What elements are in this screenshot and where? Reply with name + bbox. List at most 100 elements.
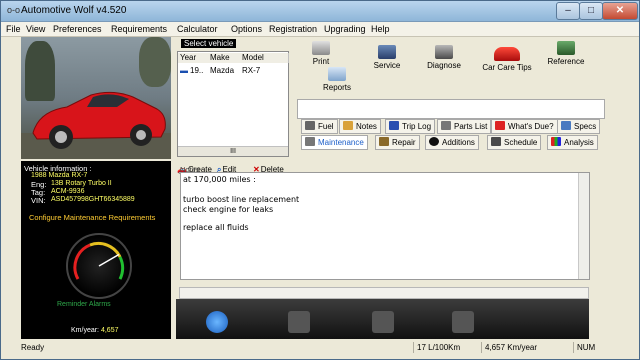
column-year[interactable]: Year <box>178 53 209 63</box>
reference-person-icon <box>557 41 575 55</box>
question-mark-icon <box>495 121 505 130</box>
configure-maintenance-link[interactable]: Configure Maintenance Requirements <box>29 213 155 222</box>
wrench-icon <box>441 121 451 130</box>
service-button[interactable]: Service <box>367 45 407 70</box>
vehicle-info-panel: Vehicle information : 1988 Mazda RX-7 En… <box>21 161 171 339</box>
tab-fuel[interactable]: Fuel <box>301 119 338 134</box>
tab-schedule[interactable]: Schedule <box>487 135 542 150</box>
tab-notes[interactable]: Notes <box>339 119 381 134</box>
main-toolbar: Print Reports Service Diagnose Car Care … <box>293 37 607 95</box>
gauge-needle <box>98 253 120 267</box>
menu-bar: File View Preferences Requirements Calcu… <box>1 22 639 37</box>
tab-analysis[interactable]: Analysis <box>547 135 598 150</box>
window-title: Automotive Wolf v4.520 <box>21 5 127 16</box>
notepad-icon[interactable] <box>372 311 394 333</box>
menu-help[interactable]: Help <box>371 24 390 34</box>
km-per-year: Km/year: 4,657 <box>71 327 119 334</box>
tab-trip-log[interactable]: Trip Log <box>385 119 436 134</box>
service-label: Service <box>373 61 401 70</box>
status-ready: Ready <box>21 343 45 352</box>
repair-tools-icon <box>379 137 389 146</box>
status-km-year: 4,657 Km/year <box>481 342 537 353</box>
tab-specs-label: Specs <box>574 122 597 131</box>
dashboard-panel <box>176 299 589 339</box>
pencil-icon <box>343 121 353 130</box>
vehicle-photo <box>21 37 171 159</box>
tab-notes-label: Notes <box>356 122 377 131</box>
fuel-pump-icon <box>305 121 315 130</box>
reminder-alarms-title: Reminder Alarms <box>57 301 111 308</box>
gauge-arc <box>73 241 125 280</box>
menu-calculator[interactable]: Calculator <box>177 24 218 34</box>
analysis-chart-icon <box>551 137 561 146</box>
car-care-tips-label: Car Care Tips <box>482 63 532 72</box>
notes-entry-field[interactable] <box>179 287 589 299</box>
minimize-button[interactable]: – <box>556 2 580 20</box>
tab-additions[interactable]: Additions <box>425 135 479 150</box>
notes-textarea[interactable]: at 170,000 miles : turbo boost line repl… <box>180 172 590 280</box>
title-bar[interactable]: o-o Automotive Wolf v4.520 – □ ✕ <box>1 1 639 22</box>
tab-whats-due[interactable]: What's Due? <box>491 119 558 134</box>
vehicle-table[interactable]: Year Make Model ▬ 19.. Mazda RX-7 III <box>177 51 289 157</box>
notes-line: at 170,000 miles : <box>183 175 256 184</box>
trip-log-icon <box>389 121 399 130</box>
vin-label: VIN: <box>31 196 46 205</box>
km-label: Km/year: <box>71 327 100 334</box>
notes-line: check engine for leaks <box>183 205 274 214</box>
tab-maintenance[interactable]: Maintenance <box>301 135 368 150</box>
tab-trip-log-label: Trip Log <box>402 122 432 131</box>
printer-icon <box>312 41 330 55</box>
additions-icon <box>429 137 439 146</box>
car-icon: ▬ <box>180 66 188 75</box>
menu-upgrading[interactable]: Upgrading <box>324 24 366 34</box>
car-photo-background <box>21 37 171 159</box>
print-button[interactable]: Print <box>301 41 341 66</box>
reports-label: Reports <box>322 83 351 92</box>
notes-line: turbo boost line replacement <box>183 195 300 204</box>
tab-specs[interactable]: Specs <box>557 119 601 134</box>
status-consumption: 17 L/100Km <box>413 342 460 353</box>
column-make[interactable]: Make <box>208 53 241 63</box>
tag-value: ACM-9936 <box>51 188 85 195</box>
horizontal-scrollbar[interactable]: III <box>178 146 288 156</box>
mechanic-icon <box>378 45 396 59</box>
records-icon[interactable] <box>452 311 474 333</box>
tool-icon[interactable] <box>288 311 310 333</box>
print-label: Print <box>312 57 330 66</box>
diagnose-car-icon <box>435 45 453 59</box>
menu-registration[interactable]: Registration <box>269 24 317 34</box>
help-icon[interactable] <box>206 311 228 333</box>
red-car-icon <box>494 47 520 61</box>
notes-scrollbar[interactable] <box>578 173 589 279</box>
reference-button[interactable]: Reference <box>543 41 589 66</box>
menu-requirements[interactable]: Requirements <box>111 24 167 34</box>
tab-whats-due-label: What's Due? <box>508 122 554 131</box>
menu-preferences[interactable]: Preferences <box>53 24 102 34</box>
app-icon: o-o <box>7 5 21 15</box>
tab-fuel-label: Fuel <box>318 122 334 131</box>
car-care-tips-button[interactable]: Car Care Tips <box>479 47 535 72</box>
close-button[interactable]: ✕ <box>602 2 638 20</box>
menu-options[interactable]: Options <box>231 24 262 34</box>
tab-strip-field <box>297 99 605 119</box>
app-window: o-o Automotive Wolf v4.520 – □ ✕ File Vi… <box>0 0 640 360</box>
diagnose-button[interactable]: Diagnose <box>421 45 467 70</box>
status-num: NUM <box>573 342 595 353</box>
column-model[interactable]: Model <box>240 53 289 63</box>
select-vehicle-title: Select vehicle <box>181 39 237 48</box>
tab-parts-list[interactable]: Parts List <box>437 119 492 134</box>
reports-button[interactable]: Reports <box>317 67 357 92</box>
km-value: 4,657 <box>100 327 119 334</box>
tab-repair[interactable]: Repair <box>375 135 420 150</box>
tab-schedule-label: Schedule <box>504 138 538 147</box>
reports-icon <box>328 67 346 81</box>
vin-value: ASD457998GHT66345889 <box>51 196 135 203</box>
notes-line: replace all fluids <box>183 223 249 232</box>
menu-view[interactable]: View <box>26 24 45 34</box>
row-make: Mazda <box>210 66 235 75</box>
tab-analysis-label: Analysis <box>564 138 594 147</box>
maximize-button[interactable]: □ <box>579 2 603 20</box>
menu-file[interactable]: File <box>6 24 21 34</box>
car-illustration <box>32 91 166 149</box>
tab-parts-list-label: Parts List <box>454 122 488 131</box>
